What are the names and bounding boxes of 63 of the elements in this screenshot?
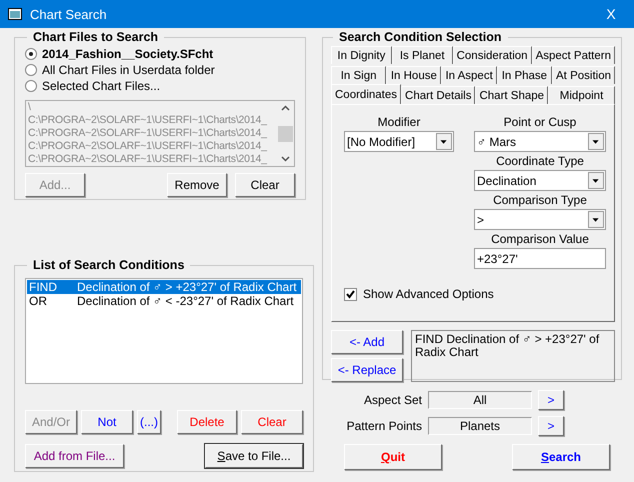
tab[interactable]: In Phase: [496, 66, 552, 84]
value-display: All: [428, 391, 532, 409]
tab[interactable]: Midpoint: [548, 86, 615, 104]
point-dropdown[interactable]: ♂ Mars: [474, 131, 606, 152]
file-path: C:\PROGRA~2\SOLARF~1\USERFI~1\Charts\2014_: [28, 127, 267, 140]
condition-preview: FIND Declination of ♂ > +23°27' of Radix Chart: [411, 330, 615, 382]
scroll-down-icon[interactable]: [281, 156, 290, 162]
file-path: C:\PROGRA~2\SOLARF~1\USERFI~1\Charts\2014_: [28, 140, 267, 153]
comparison-value-field[interactable]: +23°27': [474, 248, 606, 269]
comparison-type-dropdown[interactable]: >: [474, 209, 606, 230]
search-button[interactable]: Search: [512, 444, 610, 470]
group-title: Chart Files to Search: [32, 30, 160, 44]
condition-row[interactable]: FIND Declination of ♂ > +23°27' of Radix Chart: [27, 280, 301, 294]
field-label: Comparison Type: [492, 193, 588, 209]
remove-button[interactable]: Remove: [167, 173, 227, 197]
tab[interactable]: Aspect Pattern: [532, 46, 615, 64]
replace-button[interactable]: <- Replace: [331, 358, 403, 382]
radio-option[interactable]: All Chart Files in Userdata folder: [25, 62, 295, 78]
tab[interactable]: In Aspect: [441, 66, 497, 84]
group-title: Search Condition Selection: [338, 30, 503, 44]
coordinate-type-dropdown[interactable]: Declination: [474, 170, 606, 191]
condition-button[interactable]: (...): [137, 410, 161, 434]
field-label: Modifier: [376, 115, 422, 131]
radio-option[interactable]: 2014_Fashion__Society.SFcht: [25, 46, 295, 62]
condition-button[interactable]: Clear: [241, 410, 303, 434]
file-path: C:\PROGRA~2\SOLARF~1\USERFI~1\Charts\2014_: [28, 114, 267, 127]
scroll-up-icon[interactable]: [281, 105, 290, 111]
tab[interactable]: Is Planet: [392, 46, 453, 64]
close-button[interactable]: X: [596, 5, 626, 23]
field-label: Aspect Set: [362, 393, 422, 407]
radio-option[interactable]: Selected Chart Files...: [25, 78, 295, 94]
field-label: Comparison Value: [490, 232, 590, 248]
checkbox-label: Show Advanced Options: [363, 287, 494, 301]
tab[interactable]: Chart Details: [401, 86, 476, 104]
add-condition-button[interactable]: <- Add: [331, 330, 403, 354]
tab[interactable]: At Position: [552, 66, 615, 84]
field-label: Point or Cusp: [502, 115, 578, 131]
next-button[interactable]: >: [538, 416, 564, 436]
value-display: Planets: [428, 417, 532, 435]
window-icon: [8, 8, 22, 20]
add-from-file-button[interactable]: Add from File...: [25, 444, 124, 468]
tab[interactable]: Coordinates: [331, 84, 402, 104]
quit-button[interactable]: Quit: [344, 444, 442, 470]
tab[interactable]: In Dignity: [331, 46, 392, 64]
tab[interactable]: Chart Shape: [475, 86, 548, 104]
tab[interactable]: Consideration: [452, 46, 532, 64]
field-label: Pattern Points: [346, 419, 422, 433]
group-title: List of Search Conditions: [32, 258, 186, 272]
tab[interactable]: In House: [386, 66, 442, 84]
condition-button[interactable]: Delete: [177, 410, 237, 434]
file-path: \: [28, 101, 31, 114]
next-button[interactable]: >: [538, 390, 564, 410]
window-title: Chart Search: [30, 6, 108, 22]
clear-button[interactable]: Clear: [235, 173, 295, 197]
modifier-dropdown[interactable]: [No Modifier]: [344, 131, 454, 152]
condition-row[interactable]: OR Declination of ♂ < -23°27' of Radix Chart: [27, 294, 301, 308]
save-to-file-button[interactable]: Save to File...: [205, 444, 303, 468]
tab[interactable]: In Sign: [331, 66, 386, 84]
file-path: C:\PROGRA~2\SOLARF~1\USERFI~1\Charts\2014_: [28, 153, 267, 166]
checkbox[interactable]: [344, 288, 357, 300]
conditions-list[interactable]: FIND Declination of ♂ > +23°27' of Radix Chart OR Declination of ♂ < -23°27' of Radix Chart: [25, 278, 303, 384]
field-label: Coordinate Type: [495, 154, 585, 170]
condition-button[interactable]: Not: [81, 410, 133, 434]
